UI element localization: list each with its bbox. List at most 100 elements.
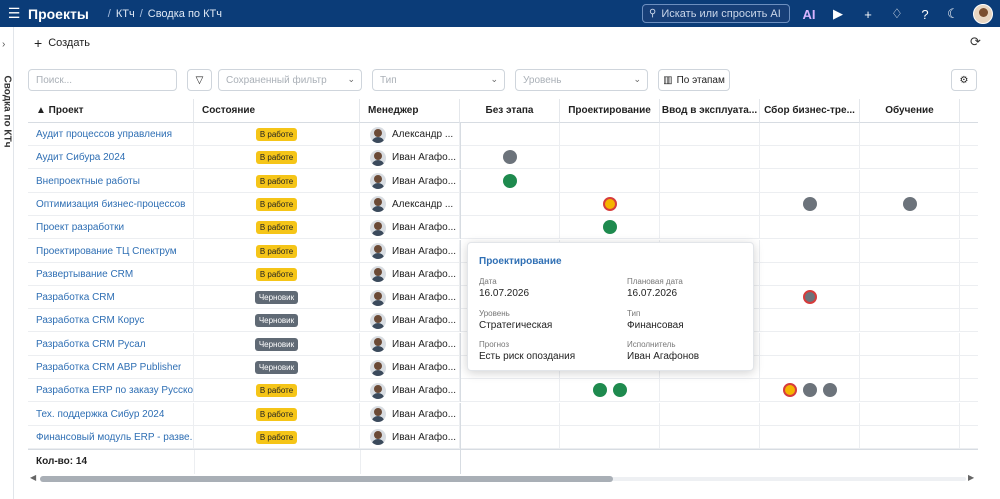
filter-icon[interactable]: ▽	[187, 69, 212, 91]
breadcrumb-item-summary[interactable]: Сводка по КТч	[148, 8, 222, 20]
by-stages-button[interactable]: ▥ По этапам	[658, 69, 730, 91]
table-row[interactable]: Внепроектные работы В работе Иван Агафо...	[28, 169, 978, 193]
tooltip-level-value: Стратегическая	[479, 320, 553, 331]
stage-milestone-dot[interactable]	[603, 196, 617, 211]
project-cell: Проект разработки	[28, 216, 194, 240]
menu-icon[interactable]: ☰	[0, 5, 28, 22]
breadcrumb-item-ktch[interactable]: КТч	[116, 8, 135, 20]
global-search-input[interactable]: ⚲ Искать или спросить AI	[642, 4, 790, 23]
table-row[interactable]: Аудит процессов управления В работе Алекса…	[28, 123, 978, 146]
table-row[interactable]: Тех. поддержка Сибур 2024 В работе Иван Аг…	[28, 402, 978, 426]
search-icon: ⚲	[649, 8, 657, 19]
tooltip-planned-value: 16.07.2026	[627, 288, 678, 299]
global-search-placeholder: Искать или спросить AI	[661, 7, 781, 20]
stage-cell	[760, 425, 860, 449]
scroll-right-icon[interactable]: ▶	[968, 473, 974, 482]
state-cell: В работе	[194, 146, 360, 170]
manager-name: Иван Агафо...	[392, 362, 457, 373]
scrollbar-thumb[interactable]	[40, 476, 613, 482]
project-link[interactable]: Аудит процессов управления	[28, 129, 172, 140]
project-cell: Разработка CRM	[28, 286, 194, 310]
state-cell: В работе	[194, 402, 360, 426]
play-icon[interactable]: ▶	[827, 3, 849, 25]
user-avatar[interactable]	[972, 3, 994, 25]
stage-cell	[560, 169, 660, 193]
column-header-stage-requirements[interactable]: Сбор бизнес-тре...	[760, 99, 860, 123]
status-badge: В работе	[255, 197, 298, 211]
state-cell: В работе	[194, 239, 360, 263]
stage-cell	[860, 239, 960, 263]
manager-cell: Иван Агафо...	[360, 332, 460, 356]
project-link[interactable]: Тех. поддержка Сибур 2024	[28, 409, 164, 420]
stage-milestone-dot[interactable]	[803, 196, 817, 211]
chevron-right-icon[interactable]: ›	[2, 39, 5, 50]
avatar	[370, 173, 386, 190]
app-title[interactable]: Проекты	[28, 6, 89, 22]
table-row[interactable]: Разработка ERP по заказу Русско... В рабо…	[28, 379, 978, 403]
bell-icon[interactable]: ♢	[886, 3, 908, 25]
project-link[interactable]: Оптимизация бизнес-процессов	[28, 199, 186, 210]
column-header-project[interactable]: ▲ Проект	[28, 99, 194, 123]
project-link[interactable]: Разработка CRM Корус	[28, 315, 144, 326]
status-badge: Черновик	[254, 337, 299, 351]
horizontal-scrollbar[interactable]: ◀ ▶	[28, 473, 978, 484]
avatar	[370, 149, 386, 166]
level-placeholder: Уровень	[523, 74, 562, 86]
manager-cell: Иван Агафо...	[360, 379, 460, 403]
project-cell: Внепроектные работы	[28, 169, 194, 193]
level-select[interactable]: Уровень ⌄	[515, 69, 648, 91]
project-link[interactable]: Проектирование ТЦ Спектрум	[28, 246, 177, 257]
status-badge: Черновик	[254, 314, 299, 328]
stage-milestone-dot[interactable]	[503, 173, 517, 188]
scroll-left-icon[interactable]: ◀	[30, 473, 36, 482]
moon-icon[interactable]: ☾	[942, 3, 964, 25]
project-link[interactable]: Развертывание CRM	[28, 269, 133, 280]
table-row[interactable]: Проект разработки В работе Иван Агафо...	[28, 216, 978, 240]
stage-cell	[460, 379, 560, 403]
project-link[interactable]: Разработка CRM Русал	[28, 339, 146, 350]
project-link[interactable]: Внепроектные работы	[28, 176, 140, 187]
settings-gear-icon[interactable]: ⚙	[951, 69, 977, 91]
column-header-stage-design[interactable]: Проектирование	[560, 99, 660, 123]
manager-cell: Иван Агафо...	[360, 402, 460, 426]
project-cell: Разработка CRM ABP Publisher	[28, 356, 194, 379]
column-header-manager[interactable]: Менеджер	[360, 99, 460, 123]
stage-cell	[860, 262, 960, 286]
project-cell: Разработка CRM Корус	[28, 309, 194, 333]
tooltip-forecast-value: Есть риск опоздания	[479, 351, 576, 362]
ai-assistant-button[interactable]: AI	[798, 3, 820, 25]
tooltip-type-label: Тип	[627, 309, 641, 318]
create-button[interactable]: + Создать	[34, 35, 90, 51]
project-link[interactable]: Разработка CRM ABP Publisher	[28, 362, 181, 373]
column-header-stage-training[interactable]: Обучение	[860, 99, 960, 123]
column-header-stage-none[interactable]: Без этапа	[460, 99, 560, 123]
add-icon[interactable]: +	[857, 3, 879, 25]
manager-name: Иван Агафо...	[392, 431, 457, 443]
table-row[interactable]: Оптимизация бизнес-процессов В работе Алек…	[28, 192, 978, 216]
tooltip-planned-label: Плановая дата	[627, 277, 683, 286]
status-badge: В работе	[255, 151, 298, 165]
table-row[interactable]: Аудит Сибура 2024 В работе Иван Агафо...	[28, 146, 978, 170]
column-header-stage-commissioning[interactable]: Ввод в эксплуата...	[660, 99, 760, 123]
tooltip-date-value: 16.07.2026	[479, 288, 530, 299]
table-row[interactable]: Финансовый модуль ERP - разве... В работе…	[28, 425, 978, 449]
search-input[interactable]: Поиск...	[28, 69, 177, 91]
project-link[interactable]: Разработка CRM	[28, 292, 115, 303]
state-cell: Черновик	[194, 286, 360, 310]
project-link[interactable]: Финансовый модуль ERP - разве...	[28, 432, 193, 443]
saved-filter-select[interactable]: Сохраненный фильтр ⌄	[218, 69, 362, 91]
refresh-icon[interactable]: ⟳	[970, 34, 981, 50]
column-header-state[interactable]: Состояние	[194, 99, 360, 123]
project-link[interactable]: Разработка ERP по заказу Русско...	[28, 385, 193, 396]
project-link[interactable]: Аудит Сибура 2024	[28, 152, 125, 163]
stage-milestone-dot[interactable]	[803, 290, 817, 305]
help-icon[interactable]: ?	[914, 3, 936, 25]
manager-cell: Иван Агафо...	[360, 216, 460, 240]
stage-cell	[760, 146, 860, 170]
status-badge: В работе	[255, 407, 298, 421]
row-count: Кол-во: 14	[36, 456, 88, 467]
project-link[interactable]: Проект разработки	[28, 222, 124, 233]
type-select[interactable]: Тип ⌄	[372, 69, 505, 91]
side-panel-label[interactable]: Сводка по КТч	[2, 76, 13, 170]
stage-milestone-dot[interactable]	[903, 196, 917, 211]
